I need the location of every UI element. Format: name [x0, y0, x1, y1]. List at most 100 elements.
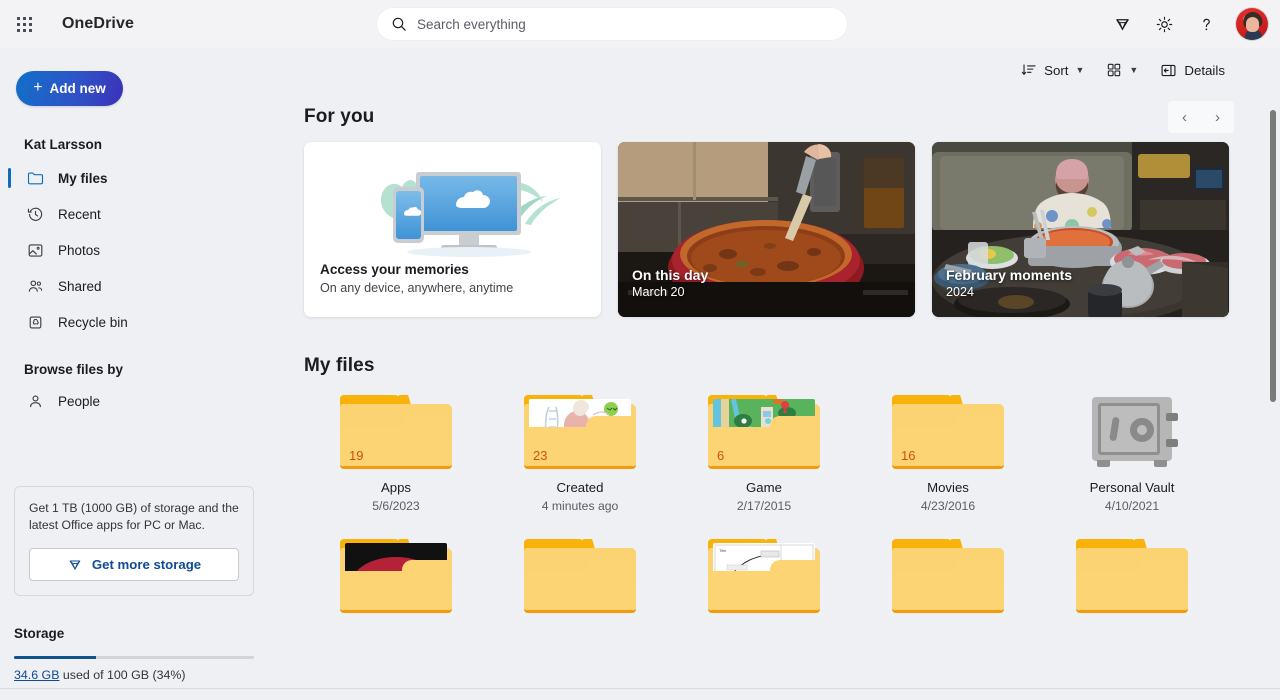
file-date: 4/10/2021: [1105, 499, 1159, 513]
search-input[interactable]: [417, 17, 833, 32]
folder-item-count: 23: [533, 448, 547, 463]
search-box[interactable]: [377, 8, 847, 40]
premium-diamond-icon[interactable]: [1102, 4, 1142, 44]
app-launcher-grid-icon[interactable]: [4, 4, 44, 44]
get-more-storage-button[interactable]: Get more storage: [29, 548, 239, 581]
person-icon: [24, 391, 46, 411]
sidebar: + Add new Kat Larsson My files: [0, 48, 280, 700]
storage-usage-rest: used of 100 GB (34%): [59, 668, 185, 682]
sidebar-item-people[interactable]: People: [16, 383, 264, 419]
grid-view-icon: [1106, 62, 1122, 78]
command-bar: Sort ▼ ▼ Details: [280, 48, 1280, 92]
file-tile-folder[interactable]: 23 Created 4 minutes ago: [488, 391, 672, 513]
file-name: Created: [557, 480, 604, 495]
carousel-prev-button[interactable]: ‹: [1168, 101, 1201, 133]
storage-progress-bar: [14, 656, 254, 659]
clock-history-icon: [24, 204, 46, 224]
file-tile-folder[interactable]: [856, 535, 1040, 613]
account-name: Kat Larsson: [16, 137, 280, 152]
folder-icon: 6: [708, 395, 820, 469]
premium-diamond-icon: [67, 557, 83, 573]
sidebar-item-shared[interactable]: Shared: [16, 268, 264, 304]
file-date: 4/23/2016: [921, 499, 975, 513]
file-date: 4 minutes ago: [542, 499, 619, 513]
app-shell: + Add new Kat Larsson My files: [0, 48, 1280, 700]
sidebar-item-my-files[interactable]: My files: [16, 160, 264, 196]
top-bar: OneDrive: [0, 0, 1280, 48]
sort-button[interactable]: Sort ▼: [1012, 54, 1093, 86]
image-icon: [24, 240, 46, 260]
bottom-divider: [0, 688, 1280, 689]
add-new-button[interactable]: + Add new: [16, 71, 123, 106]
chevron-down-icon: ▼: [1076, 65, 1085, 75]
sidebar-item-label: People: [58, 394, 100, 409]
my-files-grid: 19 Apps 5/6/2023 23 Created 4 minutes ago 6 Gam…: [304, 391, 1256, 613]
gear-icon[interactable]: [1144, 4, 1184, 44]
search-icon: [391, 16, 407, 32]
for-you-card-on-this-day[interactable]: On this day March 20: [618, 142, 915, 317]
sidebar-item-recycle-bin[interactable]: Recycle bin: [16, 304, 264, 340]
primary-nav: My files Recent: [16, 160, 280, 340]
sidebar-item-recent[interactable]: Recent: [16, 196, 264, 232]
file-tile-folder[interactable]: Title: [672, 535, 856, 613]
file-tile-folder[interactable]: [1040, 535, 1224, 613]
get-more-storage-label: Get more storage: [92, 557, 201, 572]
file-tile-folder[interactable]: [304, 535, 488, 613]
browse-nav: People: [16, 383, 280, 419]
file-date: 5/6/2023: [372, 499, 419, 513]
folder-icon: [1076, 539, 1188, 613]
scroll-region: For you ‹ ›: [280, 92, 1280, 613]
storage-used-link[interactable]: 34.6 GB: [14, 668, 59, 682]
on-this-day-title: On this day: [632, 267, 708, 283]
sort-label: Sort: [1044, 63, 1068, 78]
for-you-title: For you: [304, 106, 374, 128]
for-you-cards: Access your memories On any device, anyw…: [304, 142, 1256, 317]
folder-icon: [340, 539, 452, 613]
app-title: OneDrive: [62, 15, 134, 33]
sidebar-item-label: Photos: [58, 243, 100, 258]
file-tile-folder[interactable]: [488, 535, 672, 613]
folder-item-count: 19: [349, 448, 363, 463]
sidebar-item-photos[interactable]: Photos: [16, 232, 264, 268]
file-name: Game: [746, 480, 782, 495]
february-moments-label: February moments 2024: [946, 267, 1072, 299]
folder-front: [708, 571, 820, 613]
file-name: Personal Vault: [1090, 480, 1175, 495]
people-icon: [24, 276, 46, 296]
memories-card-caption: Access your memories On any device, anyw…: [304, 262, 601, 295]
view-options-button[interactable]: ▼: [1097, 54, 1147, 86]
storage-heading: Storage: [14, 626, 254, 641]
file-tile-folder[interactable]: 6Game2/17/2015: [672, 391, 856, 513]
folder-icon: [24, 168, 46, 188]
folder-icon: Title: [708, 539, 820, 613]
file-name: Apps: [381, 480, 411, 495]
plus-icon: +: [33, 80, 42, 96]
sort-icon: [1021, 62, 1037, 78]
february-moments-title: February moments: [946, 267, 1072, 283]
on-this-day-label: On this day March 20: [632, 267, 708, 299]
devices-cloud-illustration: [304, 142, 601, 262]
for-you-card-memories[interactable]: Access your memories On any device, anyw…: [304, 142, 601, 317]
february-moments-subtitle: 2024: [946, 285, 1072, 299]
memories-card-title: Access your memories: [320, 262, 585, 277]
file-tile-personal-vault[interactable]: Personal Vault 4/10/2021: [1040, 391, 1224, 513]
memories-card-subtitle: On any device, anywhere, anytime: [320, 281, 585, 295]
search-bar[interactable]: [377, 8, 847, 40]
file-tile-folder[interactable]: 19 Apps 5/6/2023: [304, 391, 488, 513]
scrollbar-thumb[interactable]: [1270, 110, 1276, 402]
help-icon[interactable]: [1186, 4, 1226, 44]
folder-front: [1076, 571, 1188, 613]
details-button[interactable]: Details: [1151, 54, 1234, 86]
vertical-scrollbar[interactable]: [1270, 110, 1276, 670]
top-bar-actions: [1102, 0, 1274, 48]
avatar[interactable]: [1236, 8, 1268, 40]
carousel-next-button[interactable]: ›: [1201, 101, 1234, 133]
storage-promo-text: Get 1 TB (1000 GB) of storage and the la…: [29, 500, 239, 534]
folder-icon: 19: [340, 395, 452, 469]
sidebar-item-label: My files: [58, 171, 108, 186]
file-tile-folder[interactable]: 16Movies4/23/2016: [856, 391, 1040, 513]
chevron-down-icon: ▼: [1129, 65, 1138, 75]
for-you-header: For you ‹ ›: [304, 92, 1256, 142]
storage-promo-card: Get 1 TB (1000 GB) of storage and the la…: [14, 486, 254, 596]
for-you-card-february-moments[interactable]: February moments 2024: [932, 142, 1229, 317]
